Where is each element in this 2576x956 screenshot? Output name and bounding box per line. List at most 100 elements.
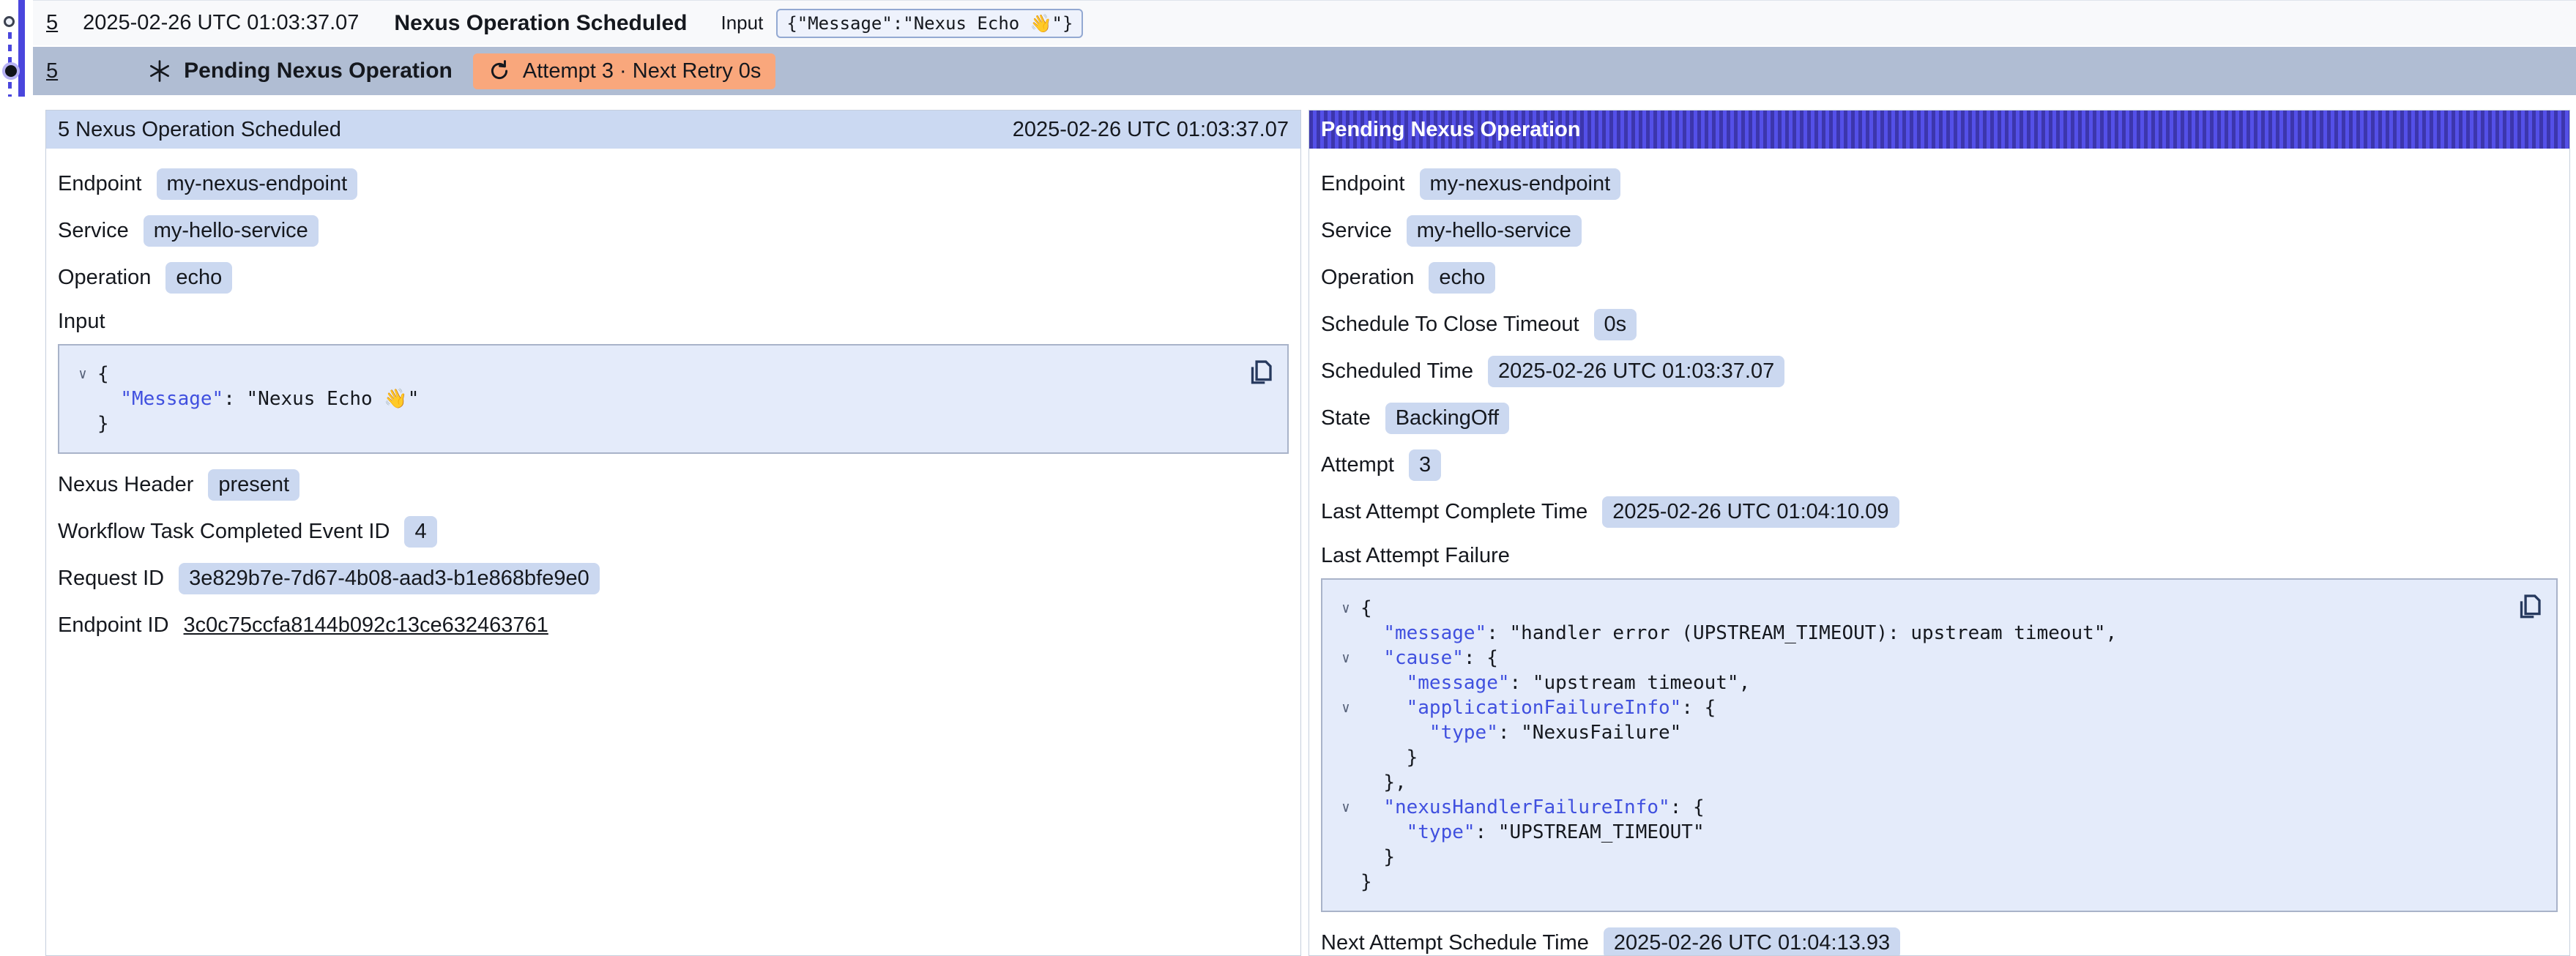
- code-line: "type": "NexusFailure": [1331, 720, 2505, 745]
- field-value-badge: echo: [1429, 262, 1495, 294]
- event-input-label: Input: [721, 12, 764, 34]
- json-text: }: [1383, 845, 1395, 870]
- detail-row-nexus-header: Nexus Header present: [58, 468, 1289, 501]
- event-row-nexus-operation-scheduled[interactable]: 5 2025-02-26 UTC 01:03:37.07 Nexus Opera…: [33, 0, 2576, 45]
- code-gutter: [68, 411, 97, 436]
- code-indent: [1360, 671, 1407, 695]
- timeline-active-bar: [18, 0, 25, 97]
- field-value-badge: 2025-02-26 UTC 01:04:13.93: [1604, 927, 1900, 956]
- field-label: Service: [1321, 219, 1392, 243]
- field-value-link[interactable]: 3c0c75ccfa8144b092c13ce632463761: [184, 613, 548, 638]
- event-id-link[interactable]: 5: [46, 59, 58, 83]
- field-label: Operation: [58, 266, 151, 290]
- failure-section-label: Last Attempt Failure: [1321, 544, 2558, 568]
- detail-row-endpoint: Endpoint my-nexus-endpoint: [58, 168, 1289, 200]
- field-value-badge: echo: [165, 262, 232, 294]
- code-line: "message": "handler error (UPSTREAM_TIME…: [1331, 621, 2505, 646]
- collapse-caret-icon[interactable]: ∨: [1331, 646, 1360, 671]
- json-key: "cause": [1383, 646, 1464, 671]
- left-panel-title: 5 Nexus Operation Scheduled: [58, 118, 341, 142]
- code-indent: [1360, 720, 1429, 745]
- copy-button[interactable]: [1245, 356, 1276, 386]
- field-label: Schedule To Close Timeout: [1321, 313, 1579, 337]
- field-label: State: [1321, 406, 1371, 430]
- event-title: Nexus Operation Scheduled: [394, 11, 687, 36]
- right-panel-fields: Endpointmy-nexus-endpoint Service my-hello…: [1321, 168, 2558, 528]
- field-value-badge: 3: [1409, 449, 1441, 481]
- code-gutter: [68, 386, 97, 411]
- left-panel-fields-secondary: Nexus HeaderpresentWorkflow Task Complet…: [58, 468, 1289, 641]
- field-label: Endpoint: [58, 172, 142, 196]
- collapse-caret-icon[interactable]: ∨: [1331, 795, 1360, 820]
- code-line: ∨ "cause": {: [1331, 646, 2505, 671]
- detail-row-operation: Operation echo: [1321, 261, 2558, 294]
- input-json-block: ∨{ "Message": "Nexus Echo 👋"}: [58, 344, 1289, 454]
- detail-row-request-id: Request ID 3e829b7e-7d67-4b08-aad3-b1e868…: [58, 562, 1289, 594]
- detail-row-operation: Operation echo: [58, 261, 1289, 294]
- code-gutter: [1331, 745, 1360, 770]
- input-section-label: Input: [58, 310, 1289, 334]
- json-text: : "handler error (UPSTREAM_TIMEOUT): ups…: [1486, 621, 2117, 646]
- detail-row-attempt: Attempt3: [1321, 449, 2558, 481]
- field-label: Operation: [1321, 266, 1414, 290]
- field-value-badge: my-hello-service: [1407, 215, 1582, 247]
- code-indent: [1360, 770, 1383, 795]
- field-value-badge: 2025-02-26 UTC 01:03:37.07: [1488, 356, 1784, 387]
- left-panel-header: 5 Nexus Operation Scheduled 2025-02-26 U…: [46, 111, 1300, 149]
- json-text: : "UPSTREAM_TIMEOUT": [1475, 820, 1705, 845]
- code-indent: [1360, 646, 1383, 671]
- right-panel-fields-footer: Next Attempt Schedule Time2025-02-26 UTC…: [1321, 927, 2558, 956]
- json-text: : {: [1464, 646, 1498, 671]
- timeline-dashed-connector: [8, 32, 12, 97]
- detail-row-endpoint-id: Endpoint ID3c0c75ccfa8144b092c13ce632463…: [58, 609, 1289, 641]
- code-gutter: [1331, 870, 1360, 895]
- attempt-retry-badge: Attempt 3 · Next Retry 0s: [473, 53, 776, 89]
- detail-row-last-attempt-complete-time: Last Attempt Complete Time2025-02-26 UTC…: [1321, 496, 2558, 528]
- detail-row-next-attempt-schedule-time: Next Attempt Schedule Time2025-02-26 UTC…: [1321, 927, 2558, 956]
- field-value-badge: 4: [404, 516, 436, 548]
- event-history-rows: 5 2025-02-26 UTC 01:03:37.07 Nexus Opera…: [33, 0, 2576, 95]
- field-label: Nexus Header: [58, 473, 193, 497]
- json-text: },: [1383, 770, 1406, 795]
- code-line: }: [1331, 845, 2505, 870]
- timeline-node-open-icon[interactable]: [4, 16, 15, 27]
- right-panel-header: Pending Nexus Operation: [1309, 111, 2569, 149]
- code-indent: [1360, 820, 1407, 845]
- field-value-badge: present: [208, 469, 299, 501]
- json-text: }: [97, 411, 109, 436]
- panel-nexus-operation-scheduled: 5 Nexus Operation Scheduled 2025-02-26 U…: [45, 110, 1301, 956]
- code-gutter: [1331, 770, 1360, 795]
- event-id-link[interactable]: 5: [46, 11, 58, 35]
- json-key: "message": [1383, 621, 1486, 646]
- event-row-pending-nexus-operation[interactable]: 5 Pending Nexus Operation Attempt 3 · Ne…: [33, 45, 2576, 95]
- failure-json-block: ∨{ "message": "handler error (UPSTREAM_T…: [1321, 578, 2558, 912]
- json-text: : {: [1670, 795, 1705, 820]
- pending-asterisk-icon: [147, 59, 172, 83]
- field-value-badge: my-nexus-endpoint: [157, 168, 358, 200]
- pending-event-title: Pending Nexus Operation: [184, 59, 453, 83]
- field-value-badge: my-hello-service: [144, 215, 319, 247]
- code-line: ∨ "nexusHandlerFailureInfo": {: [1331, 795, 2505, 820]
- panel-pending-nexus-operation: Pending Nexus Operation Endpointmy-nexus…: [1309, 110, 2570, 956]
- collapse-caret-icon[interactable]: ∨: [1331, 695, 1360, 720]
- field-value-badge: 3e829b7e-7d67-4b08-aad3-b1e868bfe9e0: [179, 563, 600, 594]
- json-text: : "upstream timeout",: [1510, 671, 1751, 695]
- json-text: : "Nexus Echo 👋": [223, 386, 419, 411]
- code-line: "Message": "Nexus Echo 👋": [68, 386, 1236, 411]
- detail-row-service: Servicemy-hello-service: [58, 214, 1289, 247]
- field-value-badge: 2025-02-26 UTC 01:04:10.09: [1602, 496, 1899, 528]
- retry-icon: [488, 59, 511, 83]
- collapse-caret-icon[interactable]: ∨: [1331, 596, 1360, 621]
- code-line: ∨{: [1331, 596, 2505, 621]
- json-key: "nexusHandlerFailureInfo": [1383, 795, 1669, 820]
- code-line: ∨{: [68, 362, 1236, 386]
- collapse-caret-icon[interactable]: ∨: [68, 362, 97, 386]
- timeline-node-selected-icon[interactable]: [5, 65, 17, 77]
- detail-row-endpoint: Endpointmy-nexus-endpoint: [1321, 168, 2558, 200]
- field-label: Request ID: [58, 567, 164, 591]
- code-gutter: [1331, 621, 1360, 646]
- code-indent: [1360, 745, 1407, 770]
- field-label: Scheduled Time: [1321, 359, 1473, 384]
- code-line: "message": "upstream timeout",: [1331, 671, 2505, 695]
- copy-button[interactable]: [2514, 590, 2545, 621]
